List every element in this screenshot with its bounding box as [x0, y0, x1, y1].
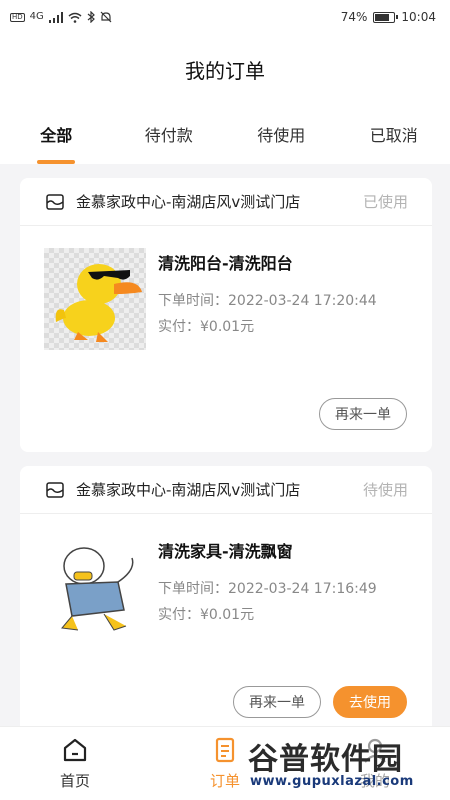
signal-icon	[48, 11, 63, 23]
clock: 10:04	[401, 10, 436, 24]
order-tabs: 全部 待付款 待使用 已取消	[0, 104, 450, 164]
store-icon	[46, 481, 64, 498]
store-icon	[46, 193, 64, 210]
paid-amount: 实付：¥0.01元	[158, 319, 255, 335]
home-icon	[63, 738, 87, 762]
product-image[interactable]	[44, 248, 146, 350]
order-card-body: 清洗阳台-清洗阳台 下单时间：2022-03-24 17:20:44 实付：¥0…	[20, 226, 432, 436]
order-status: 待使用	[362, 481, 408, 499]
order-card-body: 清洗家具-清洗飘窗 下单时间：2022-03-24 17:16:49 实付：¥0…	[20, 514, 432, 724]
status-bar: HD 4G 74% 10:04	[0, 0, 450, 34]
order-card[interactable]: 金慕家政中心-南湖店风v测试门店 已使用 清洗阳台-清洗阳台 下单时间：2022…	[20, 178, 432, 452]
network-type: 4G	[29, 11, 44, 22]
reorder-button[interactable]: 再来一单	[233, 686, 321, 718]
product-title: 清洗家具-清洗飘窗	[158, 542, 293, 561]
tab-pending-payment[interactable]: 待付款	[113, 104, 226, 164]
page-header: 我的订单	[0, 34, 450, 104]
paid-amount: 实付：¥0.01元	[158, 607, 255, 623]
order-card[interactable]: 金慕家政中心-南湖店风v测试门店 待使用 清洗家具-清洗飘窗 下单时间：2022…	[20, 466, 432, 740]
order-icon	[215, 737, 235, 763]
order-card-header: 金慕家政中心-南湖店风v测试门店 已使用	[20, 178, 432, 226]
store-name[interactable]: 金慕家政中心-南湖店风v测试门店	[76, 191, 363, 212]
hd-icon: HD	[10, 12, 25, 22]
duck-illustration	[55, 264, 142, 342]
order-card-header: 金慕家政中心-南湖店风v测试门店 待使用	[20, 466, 432, 514]
use-button[interactable]: 去使用	[333, 686, 407, 718]
nav-home-label: 首页	[59, 772, 90, 790]
wifi-icon	[68, 12, 82, 23]
bluetooth-icon	[87, 11, 95, 23]
cartoon-illustration	[61, 547, 134, 631]
order-time: 下单时间：2022-03-24 17:16:49	[158, 581, 377, 597]
watermark-title: 谷普软件园	[248, 742, 403, 777]
battery-percent: 74%	[340, 10, 368, 24]
tab-to-use[interactable]: 待使用	[225, 104, 338, 164]
battery-icon	[373, 11, 399, 23]
product-title: 清洗阳台-清洗阳台	[158, 254, 293, 273]
mute-icon	[100, 11, 112, 23]
nav-home[interactable]: 首页	[0, 727, 150, 800]
product-image[interactable]	[44, 536, 146, 638]
nav-orders-label: 订单	[209, 772, 240, 790]
order-time: 下单时间：2022-03-24 17:20:44	[158, 293, 377, 309]
order-status: 已使用	[362, 193, 408, 211]
reorder-button[interactable]: 再来一单	[319, 398, 407, 430]
watermark-url: www.gupuxlazal.com	[250, 774, 414, 789]
watermark: 谷普软件园 www.gupuxlazal.com	[242, 732, 442, 794]
store-name[interactable]: 金慕家政中心-南湖店风v测试门店	[76, 479, 363, 500]
page-title: 我的订单	[185, 58, 265, 83]
tab-cancelled[interactable]: 已取消	[338, 104, 450, 164]
tab-all[interactable]: 全部	[0, 104, 113, 164]
